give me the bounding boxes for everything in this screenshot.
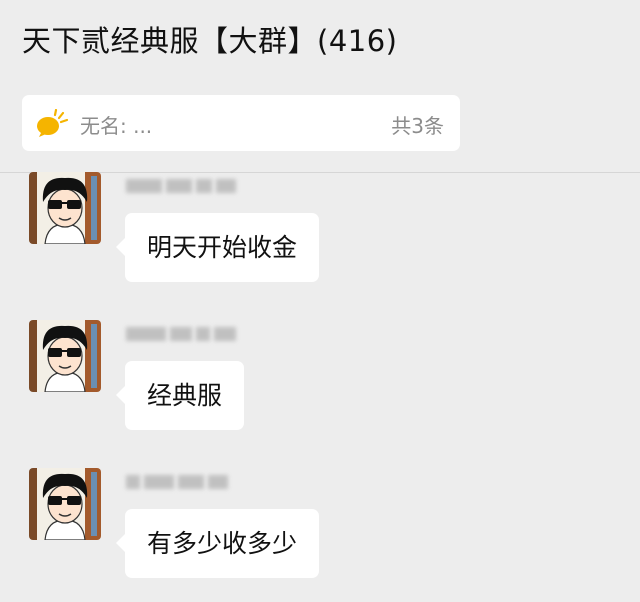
megaphone-icon [35,108,69,137]
message-bubble[interactable]: 明天开始收金 [115,213,320,282]
redaction-block [208,475,228,489]
redaction-block [216,179,236,193]
redaction-block [170,327,192,341]
redaction-block [196,327,210,341]
message-bubble[interactable]: 经典服 [115,361,245,430]
redaction-block [166,179,192,193]
redaction-block [126,475,140,489]
redaction-block [178,475,204,489]
sender-name-redacted[interactable] [126,176,236,196]
redaction-block [126,327,166,341]
avatar[interactable] [29,320,101,392]
message-bubble[interactable]: 有多少收多少 [115,509,320,578]
notice-count: 共3条 [391,114,444,138]
chat-screen: 天下贰经典服【大群】(416) 无名: ... 共3条 明天开始收金 经典服 有… [0,0,640,602]
notice-preview-text: 无名: ... [80,114,153,138]
redaction-block [126,179,162,193]
redaction-block [196,179,212,193]
chat-title: 天下贰经典服【大群】(416) [22,24,398,58]
sender-name-redacted[interactable] [126,324,236,344]
avatar[interactable] [29,468,101,540]
group-notice-bar[interactable]: 无名: ... 共3条 [22,95,460,151]
sender-name-redacted[interactable] [126,472,228,492]
redaction-block [214,327,236,341]
avatar[interactable] [29,172,101,244]
redaction-block [144,475,174,489]
